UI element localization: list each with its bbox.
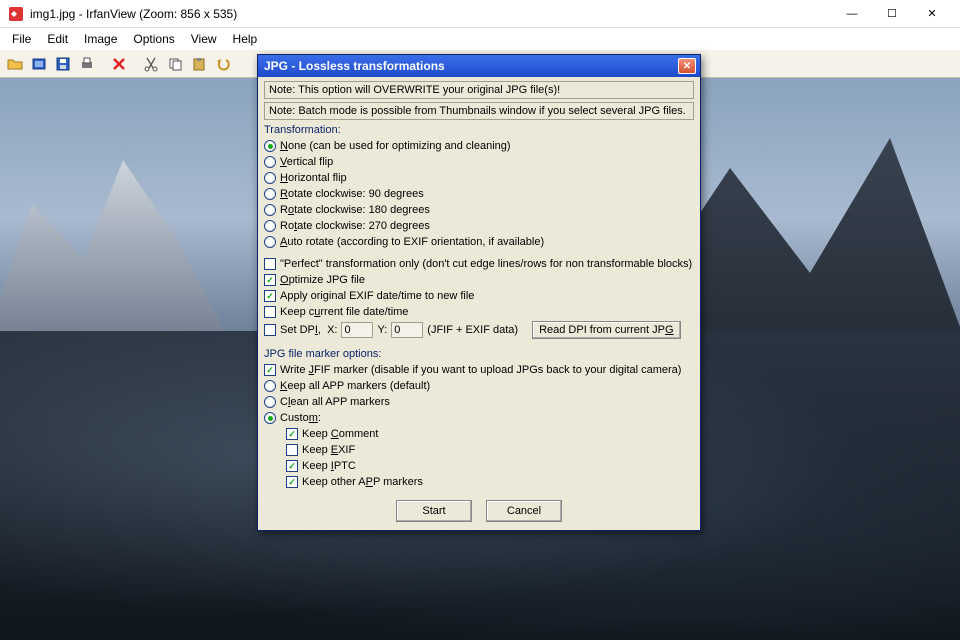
radio-autorotate[interactable] [264,236,276,248]
check-keep-file-date-label: Keep current file date/time [280,305,408,319]
check-write-jfif-label: Write JFIF marker (disable if you want t… [280,363,681,377]
dpi-x-input[interactable] [341,322,373,338]
radio-vflip-label: Vertical flip [280,155,333,169]
window-title: img1.jpg - IrfanView (Zoom: 856 x 535) [30,7,832,21]
print-icon[interactable] [76,53,98,75]
set-dpi-y-label: Y: [377,324,387,336]
menu-help[interactable]: Help [225,30,266,48]
app-icon [8,6,24,22]
check-keep-exif[interactable] [286,444,298,456]
set-dpi-label: Set DPI, X: [280,324,337,336]
radio-rot90-label: Rotate clockwise: 90 degrees [280,187,424,201]
dialog-title: JPG - Lossless transformations [262,59,678,73]
slideshow-icon[interactable] [28,53,50,75]
radio-rot90[interactable] [264,188,276,200]
start-button[interactable]: Start [396,500,472,522]
radio-clean-app-label: Clean all APP markers [280,395,390,409]
copy-icon[interactable] [164,53,186,75]
delete-icon[interactable] [108,53,130,75]
set-dpi-tail: (JFIF + EXIF data) [427,324,518,336]
menu-image[interactable]: Image [76,30,125,48]
menubar: File Edit Image Options View Help [0,28,960,50]
note-batch: Note: Batch mode is possible from Thumbn… [264,102,694,120]
check-keep-iptc[interactable] [286,460,298,472]
radio-rot180[interactable] [264,204,276,216]
radio-vflip[interactable] [264,156,276,168]
radio-autorotate-label: Auto rotate (according to EXIF orientati… [280,235,544,249]
radio-custom[interactable] [264,412,276,424]
menu-options[interactable]: Options [125,30,182,48]
radio-keep-app-label: Keep all APP markers (default) [280,379,430,393]
radio-hflip[interactable] [264,172,276,184]
marker-caption: JPG file marker options: [264,348,694,360]
cut-icon[interactable] [140,53,162,75]
save-icon[interactable] [52,53,74,75]
minimize-button[interactable]: — [832,0,872,28]
menu-view[interactable]: View [183,30,225,48]
radio-custom-label: Custom: [280,411,321,425]
radio-hflip-label: Horizontal flip [280,171,347,185]
check-optimize[interactable] [264,274,276,286]
maximize-button[interactable]: ☐ [872,0,912,28]
menu-file[interactable]: File [4,30,39,48]
check-write-jfif[interactable] [264,364,276,376]
radio-rot180-label: Rotate clockwise: 180 degrees [280,203,430,217]
check-keep-other-app[interactable] [286,476,298,488]
radio-clean-app[interactable] [264,396,276,408]
check-optimize-label: Optimize JPG file [280,273,365,287]
check-perfect-label: "Perfect" transformation only (don't cut… [280,257,692,271]
check-keep-comment-label: Keep Comment [302,427,378,441]
read-dpi-button[interactable]: Read DPI from current JPG [532,321,681,339]
radio-none[interactable] [264,140,276,152]
radio-keep-app[interactable] [264,380,276,392]
dialog-titlebar[interactable]: JPG - Lossless transformations ✕ [258,55,700,77]
paste-icon[interactable] [188,53,210,75]
radio-none-label: None (can be used for optimizing and cle… [280,139,511,153]
check-keep-comment[interactable] [286,428,298,440]
transformation-caption: Transformation: [264,124,694,136]
radio-rot270[interactable] [264,220,276,232]
menu-edit[interactable]: Edit [39,30,76,48]
close-button[interactable]: ✕ [912,0,952,28]
cancel-button[interactable]: Cancel [486,500,562,522]
note-overwrite: Note: This option will OVERWRITE your or… [264,81,694,99]
check-keep-file-date[interactable] [264,306,276,318]
check-keep-iptc-label: Keep IPTC [302,459,356,473]
dialog-close-button[interactable]: ✕ [678,58,696,74]
undo-icon[interactable] [212,53,234,75]
check-set-dpi[interactable] [264,324,276,336]
check-keep-other-app-label: Keep other APP markers [302,475,423,489]
check-perfect[interactable] [264,258,276,270]
main-titlebar: img1.jpg - IrfanView (Zoom: 856 x 535) —… [0,0,960,28]
check-apply-exif-date-label: Apply original EXIF date/time to new fil… [280,289,474,303]
open-icon[interactable] [4,53,26,75]
check-apply-exif-date[interactable] [264,290,276,302]
radio-rot270-label: Rotate clockwise: 270 degrees [280,219,430,233]
dpi-y-input[interactable] [391,322,423,338]
check-keep-exif-label: Keep EXIF [302,443,355,457]
lossless-transform-dialog: JPG - Lossless transformations ✕ Note: T… [257,54,701,531]
